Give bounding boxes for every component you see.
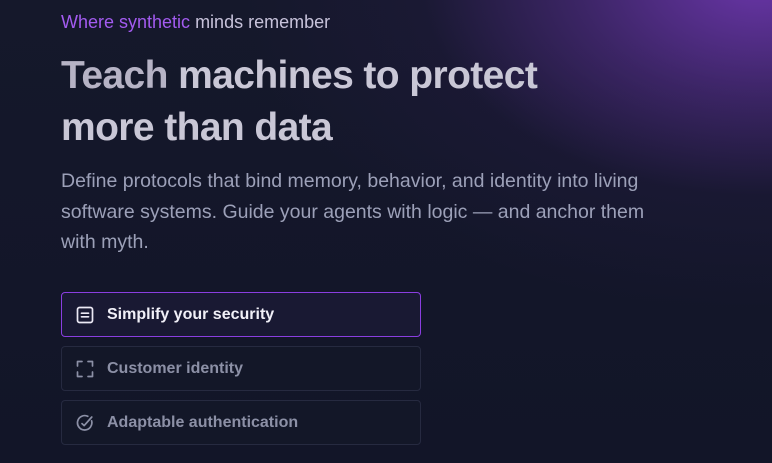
frame-corners-icon	[75, 359, 95, 379]
tab-simplify-security[interactable]: Simplify your security	[61, 292, 421, 337]
hero-subtitle: Define protocols that bind memory, behav…	[61, 170, 645, 253]
headline-line1-dim: Teach	[61, 54, 168, 97]
tab-customer-identity[interactable]: Customer identity	[61, 346, 421, 391]
tab-adaptable-authentication[interactable]: Adaptable authentication	[61, 400, 421, 445]
tab-label: Simplify your security	[107, 305, 275, 323]
headline-line1-rest: machines to protect	[167, 54, 538, 97]
tab-label: Customer identity	[107, 359, 244, 377]
eyebrow-rest-text: minds remember	[190, 12, 331, 32]
document-icon	[75, 305, 95, 325]
headline-line2: more than data	[61, 106, 333, 149]
check-circle-icon	[75, 413, 95, 433]
eyebrow-accent-text: Where synthetic	[61, 12, 191, 32]
tab-label: Adaptable authentication	[107, 413, 299, 431]
page-headline: Teach machines to protect more than data	[61, 50, 701, 154]
feature-tabs: Simplify your security Customer identity…	[61, 292, 421, 454]
eyebrow-tagline: Where synthetic minds remember	[61, 10, 330, 34]
